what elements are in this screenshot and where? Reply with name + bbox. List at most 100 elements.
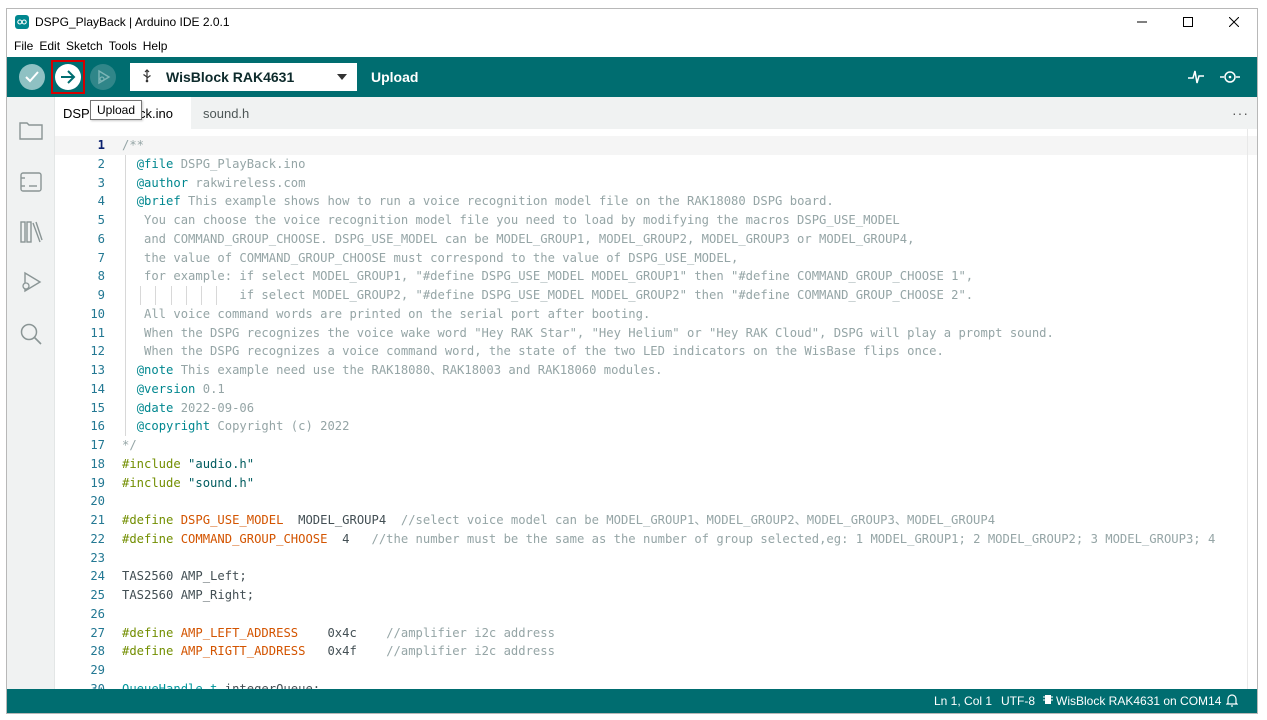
code-text: TAS2560 AMP_Right; (122, 586, 254, 605)
boards-manager-button[interactable] (18, 169, 44, 195)
code-line[interactable]: 20 (55, 492, 1257, 511)
menu-file[interactable]: File (11, 39, 36, 53)
upload-icon (61, 70, 76, 84)
code-token: #define (122, 625, 174, 640)
code-text: TAS2560 AMP_Left; (122, 567, 247, 586)
debug-button[interactable] (90, 64, 116, 90)
notifications-bell-icon[interactable] (1225, 693, 1239, 710)
code-line[interactable]: 18 #include "audio.h" (55, 455, 1257, 474)
line-number: 27 (90, 625, 105, 640)
code-line[interactable]: 16 @copyright Copyright (c) 2022 (55, 417, 1257, 437)
code-token: TAS2560 AMP_Right; (122, 588, 255, 602)
code-line[interactable]: 30 QueueHandle_t integerQueue; (55, 680, 1257, 689)
debug-panel-button[interactable] (18, 269, 44, 295)
code-token: QueueHandle_t (122, 681, 218, 689)
code-token: Copyright (c) 2022 (210, 419, 350, 434)
code-line[interactable]: 14 @version 0.1 (55, 379, 1257, 399)
debug-panel-icon (22, 271, 42, 293)
code-line[interactable]: 1 /** (55, 136, 1257, 155)
code-line[interactable]: 10 All voice command words are printed o… (55, 304, 1257, 324)
code-token: When the DSPG recognizes a voice command… (122, 344, 944, 359)
code-line[interactable]: 4 @brief This example shows how to run a… (55, 192, 1257, 212)
code-line[interactable]: 8 for example: if select MODEL_GROUP1, "… (55, 267, 1257, 287)
tab-sound-h[interactable]: sound.h (195, 97, 257, 129)
code-line[interactable]: 3 @author rakwireless.com (55, 173, 1257, 193)
code-line[interactable]: 19 #include "sound.h" (55, 474, 1257, 493)
menu-sketch[interactable]: Sketch (63, 39, 106, 53)
line-number: 11 (90, 325, 105, 340)
menu-help[interactable]: Help (140, 39, 171, 53)
board-selector[interactable]: WisBlock RAK4631 (130, 63, 357, 91)
line-number: 14 (90, 381, 105, 396)
library-manager-button[interactable] (18, 219, 44, 245)
menu-tools[interactable]: Tools (106, 39, 140, 53)
code-token: 2022-09-06 (173, 400, 255, 415)
close-button[interactable] (1211, 9, 1257, 35)
line-number: 15 (90, 400, 105, 415)
code-line[interactable]: 22 #define COMMAND_GROUP_CHOOSE 4 //the n… (55, 530, 1257, 549)
code-token: @brief (136, 194, 181, 209)
line-number: 29 (90, 663, 105, 677)
board-name: WisBlock RAK4631 (166, 69, 295, 85)
code-line[interactable]: 6 and COMMAND_GROUP_CHOOSE. DSPG_USE_MOD… (55, 229, 1257, 249)
folder-icon (19, 122, 43, 140)
code-line[interactable]: 9 if select MODEL_GROUP2, "#define DSPG_… (55, 286, 1257, 305)
code-line[interactable]: 28 #define AMP_RIGTT_ADDRESS 0x4f //ampli… (55, 642, 1257, 661)
code-token: COMMAND_GROUP_CHOOSE (180, 531, 328, 546)
code-line[interactable]: 27 #define AMP_LEFT_ADDRESS 0x4c //amplif… (55, 624, 1257, 643)
code-line[interactable]: 23 (55, 549, 1257, 568)
code-line[interactable]: 2 @file DSPG_PlayBack.ino (55, 154, 1257, 174)
code-line[interactable]: 12 When the DSPG recognizes a voice comm… (55, 342, 1257, 362)
line-number: 22 (90, 531, 105, 546)
code-token: @date (136, 400, 174, 415)
cursor-position[interactable]: Ln 1, Col 1 (934, 694, 992, 708)
code-text: for example: if select MODEL_GROUP1, "#d… (122, 267, 973, 286)
maximize-button[interactable] (1165, 9, 1211, 35)
code-token: This example shows how to run a voice re… (180, 194, 834, 209)
code-token: 0x4f (305, 644, 387, 659)
code-token: 0x4c (298, 625, 387, 640)
line-number: 17 (90, 438, 105, 452)
code-line[interactable]: 15 @date 2022-09-06 (55, 398, 1257, 418)
code-token: for example: if select MODEL_GROUP1, "#d… (122, 269, 974, 284)
editor-scrollbar[interactable] (1247, 129, 1248, 689)
code-line[interactable]: 17 */ (55, 436, 1257, 455)
serial-monitor-button[interactable] (1219, 67, 1241, 87)
upload-button[interactable] (55, 64, 81, 90)
menu-edit[interactable]: Edit (36, 39, 63, 53)
code-line[interactable]: 13 @note This example need use the RAK18… (55, 361, 1257, 380)
line-number: 23 (90, 550, 105, 565)
code-text: You can choose the voice recognition mod… (122, 211, 900, 230)
tab-label-start: DSP (63, 105, 90, 121)
code-token: 0.1 (195, 381, 225, 396)
code-line[interactable]: 21 #define DSPG_USE_MODEL MODEL_GROUP4 //… (55, 511, 1257, 530)
minimize-button[interactable] (1119, 9, 1165, 35)
code-token: TAS2560 AMP_Left; (122, 569, 247, 584)
search-button[interactable] (18, 321, 44, 347)
more-tabs-button[interactable]: ··· (1232, 105, 1249, 121)
code-line[interactable]: 7 the value of COMMAND_GROUP_CHOOSE must… (55, 248, 1257, 268)
sketchbook-button[interactable] (18, 117, 44, 143)
line-number: 5 (97, 213, 105, 227)
line-number: 25 (90, 588, 105, 602)
code-text: All voice command words are printed on t… (122, 305, 650, 324)
code-line[interactable]: 5 You can choose the voice recognition m… (55, 211, 1257, 230)
code-token: @file (136, 156, 174, 171)
serial-plotter-button[interactable] (1185, 67, 1207, 87)
file-encoding[interactable]: UTF-8 (1001, 694, 1035, 708)
code-line[interactable]: 11 When the DSPG recognizes the voice wa… (55, 323, 1257, 343)
board-port[interactable]: WisBlock RAK4631 on COM14 (1056, 694, 1221, 708)
code-line[interactable]: 24 TAS2560 AMP_Left; (55, 567, 1257, 586)
code-text: @brief This example shows how to run a v… (122, 192, 834, 211)
line-number: 18 (90, 456, 105, 471)
code-line[interactable]: 26 (55, 605, 1257, 624)
code-token: the value of COMMAND_GROUP_CHOOSE must c… (122, 250, 739, 265)
code-line[interactable]: 29 (55, 661, 1257, 680)
verify-button[interactable] (19, 64, 45, 90)
code-line[interactable]: 25 TAS2560 AMP_Right; (55, 586, 1257, 605)
serial-plotter-icon (1188, 70, 1204, 84)
upload-tooltip: Upload (90, 100, 143, 120)
code-editor[interactable]: 1/** 2 @file DSPG_PlayBack.ino 3 @author r… (55, 129, 1257, 689)
